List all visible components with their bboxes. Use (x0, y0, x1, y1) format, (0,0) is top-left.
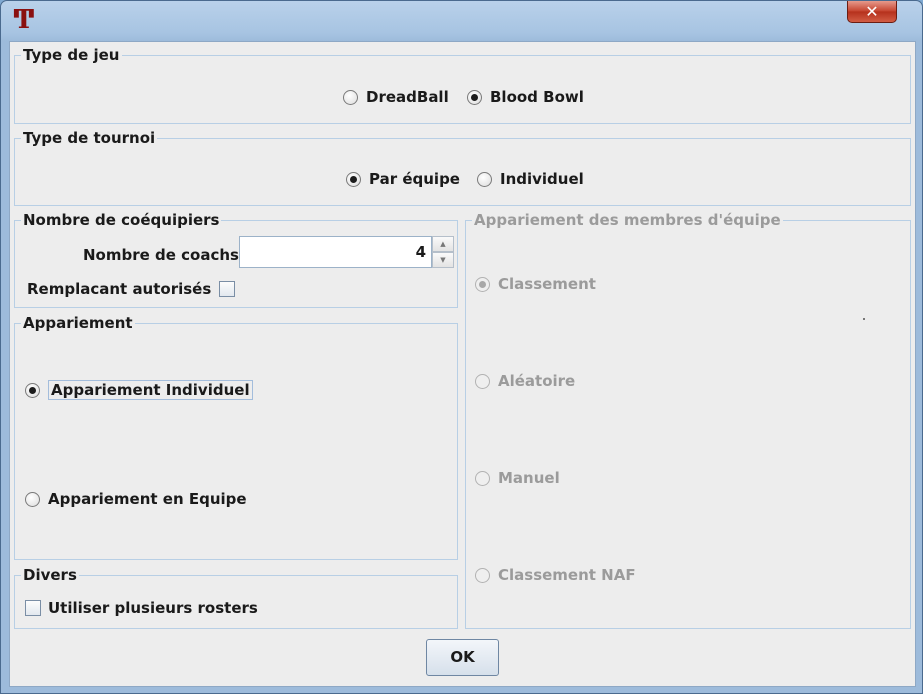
ok-button[interactable]: OK (426, 639, 499, 676)
appariement-membres-group: Appariement des membres d'équipe Classem… (465, 211, 911, 629)
coequipiers-title: Nombre de coéquipiers (21, 211, 222, 229)
divers-group: Divers Utiliser plusieurs rosters (14, 566, 458, 629)
remplacant-checkbox[interactable] (219, 281, 236, 297)
spinner-down-icon[interactable]: ▼ (432, 252, 454, 268)
radio-classement-label: Classement (498, 275, 596, 293)
coequipiers-group: Nombre de coéquipiers Nombre de coachs 4… (14, 211, 458, 308)
radio-manuel[interactable]: Manuel (475, 469, 560, 487)
title-bar[interactable]: Ͳ ✕ (1, 1, 922, 39)
radio-aleatoire-label: Aléatoire (498, 372, 576, 390)
radio-aleatoire[interactable]: Aléatoire (475, 372, 575, 390)
radio-classement-naf-label: Classement NAF (498, 566, 636, 584)
radio-appariement-individuel-label: Appariement Individuel (48, 380, 253, 400)
remplacant-label: Remplacant autorisés (27, 280, 212, 298)
divers-title: Divers (21, 566, 79, 584)
radio-indicator[interactable] (25, 491, 40, 507)
type-de-tournoi-title: Type de tournoi (21, 129, 158, 147)
radio-appariement-equipe[interactable]: Appariement en Equipe (25, 490, 247, 508)
appariement-group: Appariement Appariement Individuel Appar… (14, 314, 458, 560)
appariement-title: Appariement (21, 314, 135, 332)
dialog-window: Ͳ ✕ Type de jeu DreadBall Blood Bowl Typ… (0, 0, 923, 694)
radio-classement[interactable]: Classement (475, 275, 596, 293)
type-de-tournoi-group: Type de tournoi Par équipe Individuel (14, 129, 911, 206)
coachs-value-field[interactable]: 4 (239, 236, 432, 268)
radio-indicator[interactable] (475, 470, 490, 486)
radio-appariement-individuel[interactable]: Appariement Individuel (25, 380, 253, 400)
radio-par-equipe-label: Par équipe (369, 170, 460, 188)
radio-dreadball-label: DreadBall (366, 88, 449, 106)
radio-indicator[interactable] (475, 567, 490, 583)
radio-indicator[interactable] (477, 171, 492, 187)
radio-indicator[interactable] (475, 276, 490, 292)
radio-dreadball[interactable]: DreadBall (343, 88, 449, 106)
rosters-checkbox-row[interactable]: Utiliser plusieurs rosters (25, 599, 258, 617)
radio-indicator[interactable] (343, 89, 358, 105)
radio-indicator[interactable] (467, 89, 482, 105)
radio-classement-naf[interactable]: Classement NAF (475, 566, 636, 584)
radio-appariement-equipe-label: Appariement en Equipe (48, 490, 247, 508)
appariement-membres-title: Appariement des membres d'équipe (472, 211, 783, 229)
radio-indicator[interactable] (475, 373, 490, 389)
radio-blood-bowl[interactable]: Blood Bowl (467, 88, 584, 106)
nombre-coachs-label: Nombre de coachs (83, 246, 239, 264)
radio-individuel-label: Individuel (500, 170, 584, 188)
radio-indicator[interactable] (346, 171, 361, 187)
app-T-icon: Ͳ (13, 5, 35, 35)
radio-manuel-label: Manuel (498, 469, 560, 487)
stray-pixel (863, 318, 865, 320)
spinner-buttons: ▲ ▼ (432, 236, 454, 268)
radio-par-equipe[interactable]: Par équipe (346, 170, 460, 188)
type-de-jeu-title: Type de jeu (21, 46, 122, 64)
dialog-content: Type de jeu DreadBall Blood Bowl Type de… (9, 41, 916, 687)
close-button[interactable]: ✕ (847, 1, 897, 23)
radio-indicator[interactable] (25, 382, 40, 398)
radio-individuel[interactable]: Individuel (477, 170, 584, 188)
spinner-up-icon[interactable]: ▲ (432, 236, 454, 252)
rosters-checkbox[interactable] (25, 600, 41, 616)
remplacant-checkbox-row[interactable]: Remplacant autorisés (27, 280, 236, 298)
coachs-spinner[interactable]: 4 ▲ ▼ (239, 236, 454, 268)
rosters-label: Utiliser plusieurs rosters (48, 599, 258, 617)
type-de-jeu-group: Type de jeu DreadBall Blood Bowl (14, 46, 911, 124)
radio-blood-bowl-label: Blood Bowl (490, 88, 584, 106)
